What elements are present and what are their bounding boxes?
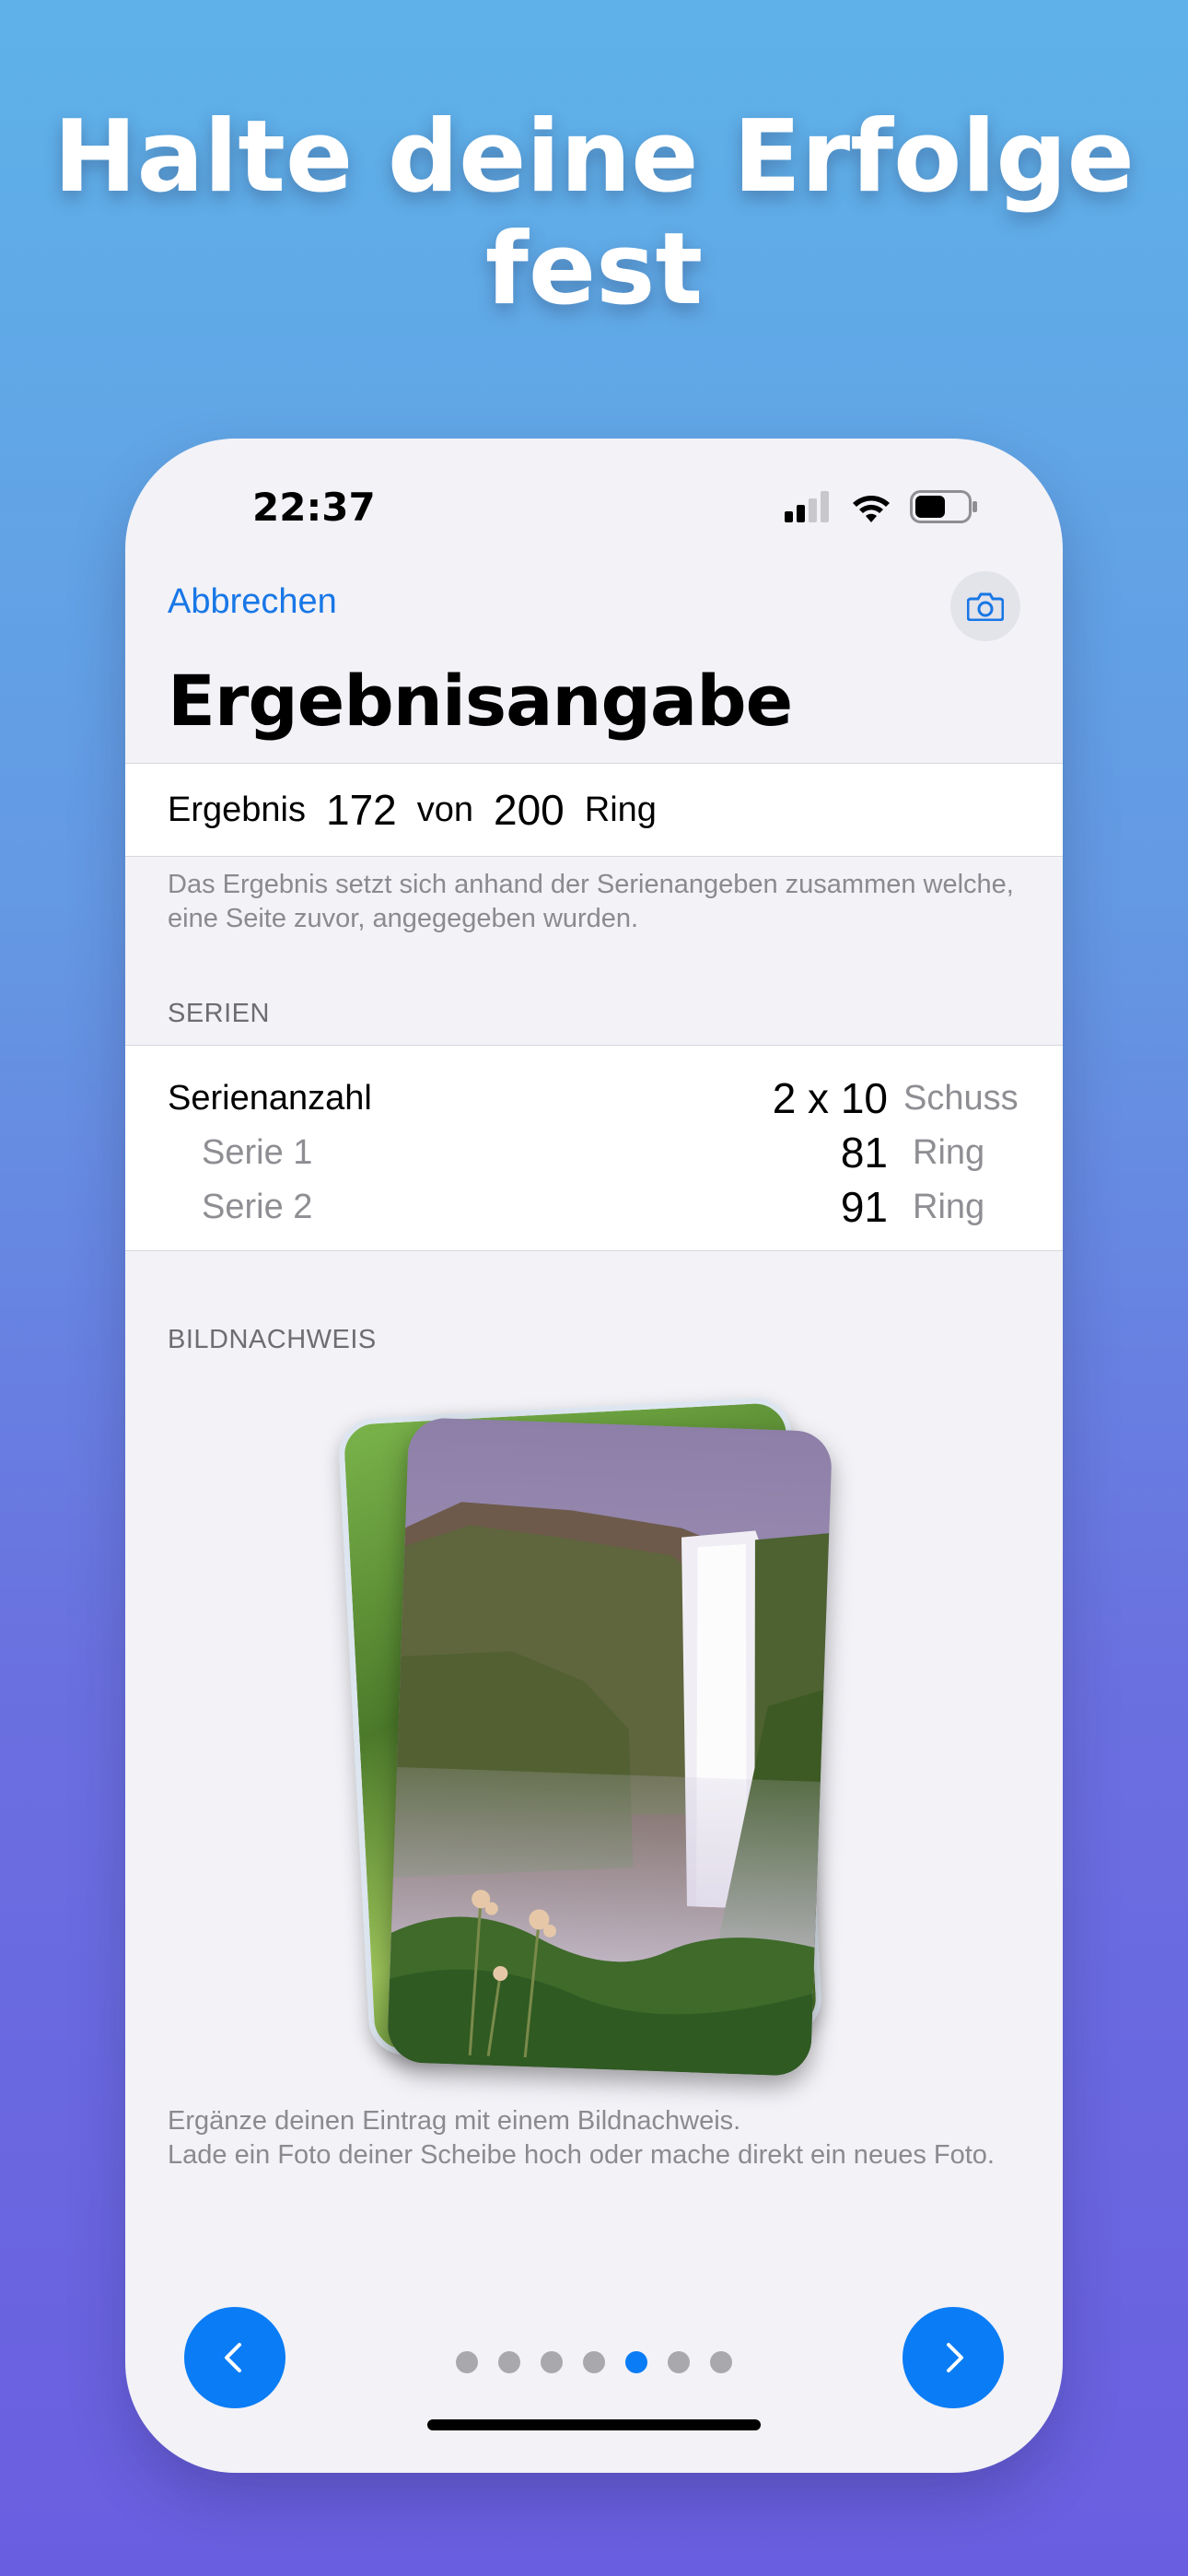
series-count-unit: Schuss [903, 1079, 1019, 1118]
page-dot-6[interactable] [668, 2351, 690, 2373]
battery-icon [910, 490, 977, 523]
next-button[interactable] [903, 2307, 1004, 2408]
page-dot-1[interactable] [456, 2351, 478, 2373]
series-2-label: Serie 2 [202, 1188, 313, 1226]
image-section-header: BILDNACHWEIS [168, 1325, 377, 1354]
image-footer-text: Ergänze deinen Eintrag mit einem Bildnac… [168, 2104, 1024, 2172]
chevron-right-icon [947, 2343, 963, 2372]
result-hint: Das Ergebnis setzt sich anhand der Serie… [168, 870, 1014, 933]
headline: Halte deine Erfolge fest [0, 101, 1188, 326]
camera-button[interactable] [950, 571, 1020, 641]
result-of-label: von [416, 790, 474, 829]
series-section-header: SERIEN [168, 999, 270, 1028]
image-footer-line-2: Lade ein Foto deiner Scheibe hoch oder m… [168, 2140, 995, 2170]
page-dot-4[interactable] [583, 2351, 605, 2373]
page-title: Ergebnisangabe [168, 660, 793, 742]
result-unit: Ring [584, 790, 657, 829]
page-dot-2[interactable] [498, 2351, 520, 2373]
result-row: Ergebnis 172 von 200 Ring [125, 763, 1063, 857]
page-dot-3[interactable] [541, 2351, 563, 2373]
headline-line-1: Halte deine Erfolge [53, 100, 1135, 215]
result-value[interactable]: 172 [326, 785, 397, 835]
home-indicator[interactable] [427, 2419, 761, 2430]
status-icons [785, 490, 978, 523]
series-1-value[interactable]: 81 [841, 1128, 888, 1177]
series-box: Serienanzahl 2 x 10 Schuss Serie 1 81 Ri… [125, 1045, 1063, 1251]
camera-icon [967, 592, 1004, 621]
series-row-2[interactable]: Serie 2 91 Ring [125, 1182, 1063, 1235]
result-label: Ergebnis [168, 790, 306, 829]
cellular-icon [785, 491, 829, 522]
cancel-button[interactable]: Abbrechen [168, 582, 337, 622]
waterfall-photo [386, 1417, 833, 2077]
series-1-label: Serie 1 [202, 1133, 313, 1172]
result-max[interactable]: 200 [494, 785, 565, 835]
status-time: 22:37 [252, 485, 376, 530]
image-proof-stack[interactable] [337, 1389, 862, 2090]
page-dot-7[interactable] [710, 2351, 732, 2373]
series-1-unit: Ring [913, 1133, 985, 1172]
photo-front[interactable] [386, 1417, 833, 2077]
series-count-label: Serienanzahl [168, 1079, 372, 1118]
headline-line-2: fest [484, 212, 704, 327]
series-count-row[interactable]: Serienanzahl 2 x 10 Schuss [125, 1073, 1063, 1127]
image-footer-line-1: Ergänze deinen Eintrag mit einem Bildnac… [168, 2106, 741, 2136]
wifi-icon [853, 496, 890, 522]
series-count-value[interactable]: 2 x 10 [773, 1073, 888, 1123]
series-row-1[interactable]: Serie 1 81 Ring [125, 1128, 1063, 1181]
series-2-value[interactable]: 91 [841, 1182, 888, 1232]
phone-screen: 22:37 Abbrechen Ergebnisangabe Ergebnis … [125, 439, 1063, 2473]
series-2-unit: Ring [913, 1188, 985, 1226]
page-dot-5[interactable] [625, 2351, 647, 2373]
